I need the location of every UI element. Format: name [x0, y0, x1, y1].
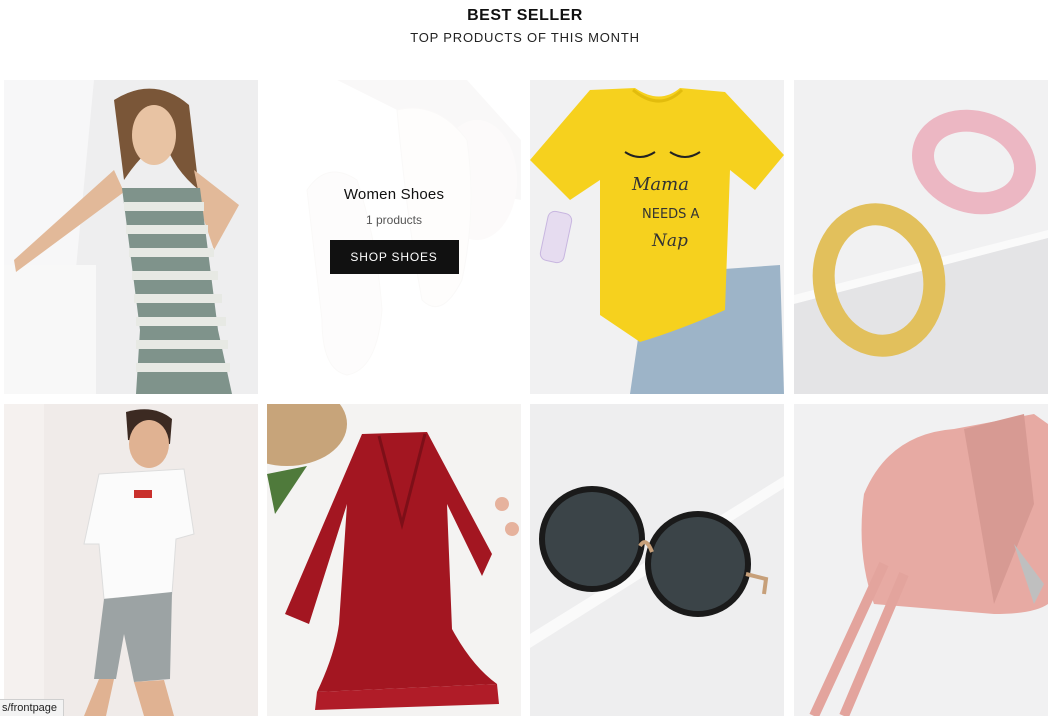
collection-count: 1 products [365, 213, 423, 227]
svg-text:Nap: Nap [651, 231, 688, 251]
red-wrap-dress-image [267, 404, 521, 716]
round-sunglasses-image [530, 404, 784, 716]
pink-backpack-image [794, 404, 1048, 716]
product-card-red-dress[interactable] [267, 404, 521, 716]
striped-dress-model-image [4, 80, 258, 394]
yellow-tshirt-image: Mama NEEDS A Nap [530, 80, 784, 394]
shop-shoes-button[interactable]: SHOP SHOES [329, 240, 459, 274]
svg-text:Mama: Mama [631, 174, 689, 195]
headbands-image [794, 80, 1048, 394]
section-heading: BEST SELLER TOP PRODUCTS OF THIS MONTH [0, 6, 1050, 47]
product-card-sunglasses[interactable] [530, 404, 784, 716]
man-tshirt-shorts-image [4, 404, 258, 716]
collection-title: Women Shoes [343, 186, 445, 203]
svg-text:NEEDS A: NEEDS A [642, 207, 700, 222]
product-card-pink-backpack[interactable] [794, 404, 1048, 716]
product-card-striped-dress[interactable] [4, 80, 258, 394]
product-card-headbands[interactable] [794, 80, 1048, 394]
collection-overlay: Women Shoes 1 products SHOP SHOES [267, 80, 521, 394]
product-card-mens-outfit[interactable] [4, 404, 258, 716]
status-bar-url: s/frontpage [0, 699, 65, 716]
product-card-yellow-tshirt[interactable]: Mama NEEDS A Nap [530, 80, 784, 394]
section-subtitle: TOP PRODUCTS OF THIS MONTH [410, 30, 640, 45]
product-grid: Women Shoes 1 products SHOP SHOES Mama N… [4, 80, 1048, 716]
section-title: BEST SELLER [467, 7, 583, 24]
collection-card-women-shoes[interactable]: Women Shoes 1 products SHOP SHOES [267, 80, 521, 394]
